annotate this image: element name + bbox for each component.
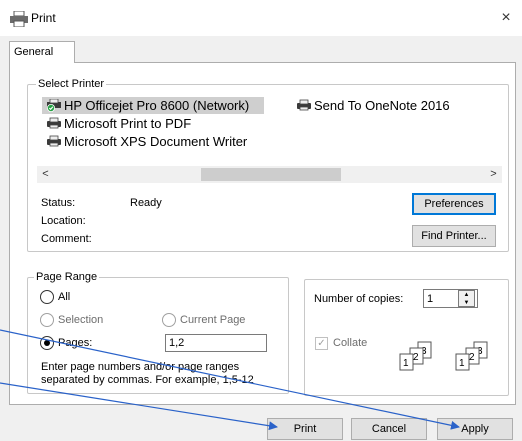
printer-item-xps-writer[interactable]: Microsoft XPS Document Writer [42,133,247,150]
spinner-down-icon[interactable]: ▼ [459,299,474,307]
printer-name: Send To OneNote 2016 [314,98,450,113]
printer-item-onenote[interactable]: Send To OneNote 2016 [292,97,450,114]
printer-list[interactable]: HP Officejet Pro 8600 (Network) Send To … [37,94,502,166]
select-printer-label: Select Printer [36,78,107,90]
collate-checkbox[interactable]: ✓ [315,337,328,350]
scroll-thumb[interactable] [201,168,341,181]
status-label: Status: [41,197,76,209]
scroll-left-button[interactable]: < [37,166,54,183]
svg-text:2: 2 [413,352,419,363]
radio-all[interactable] [40,290,54,304]
radio-selection-label: Selection [58,314,104,326]
number-of-copies-label: Number of copies: [314,293,404,305]
printer-name: HP Officejet Pro 8600 (Network) [64,98,250,113]
radio-all-label: All [58,291,71,303]
printer-name: Microsoft Print to PDF [64,116,192,131]
preferences-button[interactable]: Preferences [412,193,496,215]
tab-general[interactable]: General [9,41,75,63]
printer-icon [297,99,311,111]
printer-icon [9,10,29,28]
page-range-help-line1: Enter page numbers and/or page ranges [41,361,240,373]
page-range-help-line2: separated by commas. For example, 1,5-12 [41,374,254,386]
svg-text:1: 1 [459,358,465,369]
pages-input[interactable] [165,334,267,352]
close-button[interactable]: × [496,9,516,27]
window-title: Print [31,11,56,25]
cancel-button[interactable]: Cancel [351,418,427,440]
printer-item-print-to-pdf[interactable]: Microsoft Print to PDF [42,115,191,132]
printer-icon [47,117,61,129]
radio-current-page-label: Current Page [180,314,246,326]
radio-current-page[interactable] [162,313,176,327]
radio-selection[interactable] [40,313,54,327]
svg-text:2: 2 [469,352,475,363]
print-button[interactable]: Print [267,418,343,440]
printer-item-hp-officejet[interactable]: HP Officejet Pro 8600 (Network) [42,97,264,114]
copies-spinner[interactable]: ▲ ▼ [458,290,475,307]
printer-default-icon [47,99,61,112]
radio-pages-label: Pages: [58,337,93,349]
location-label: Location: [41,215,86,227]
radio-pages[interactable] [40,336,54,350]
find-printer-button[interactable]: Find Printer... [412,225,496,247]
printer-name: Microsoft XPS Document Writer [64,134,248,149]
status-value: Ready [130,197,162,209]
apply-button[interactable]: Apply [437,418,513,440]
comment-label: Comment: [41,233,92,245]
scroll-right-button[interactable]: > [485,166,502,183]
printer-list-scrollbar[interactable]: < > [37,166,502,183]
spinner-up-icon[interactable]: ▲ [459,291,474,299]
tab-general-label: General [14,46,54,58]
collate-label: Collate [333,337,368,349]
collate-pages-icon: 3 2 1 3 2 1 [399,341,488,371]
title-bar: Print × [0,0,522,36]
printer-icon [47,135,61,147]
page-range-label: Page Range [34,271,100,283]
svg-text:1: 1 [403,358,409,369]
